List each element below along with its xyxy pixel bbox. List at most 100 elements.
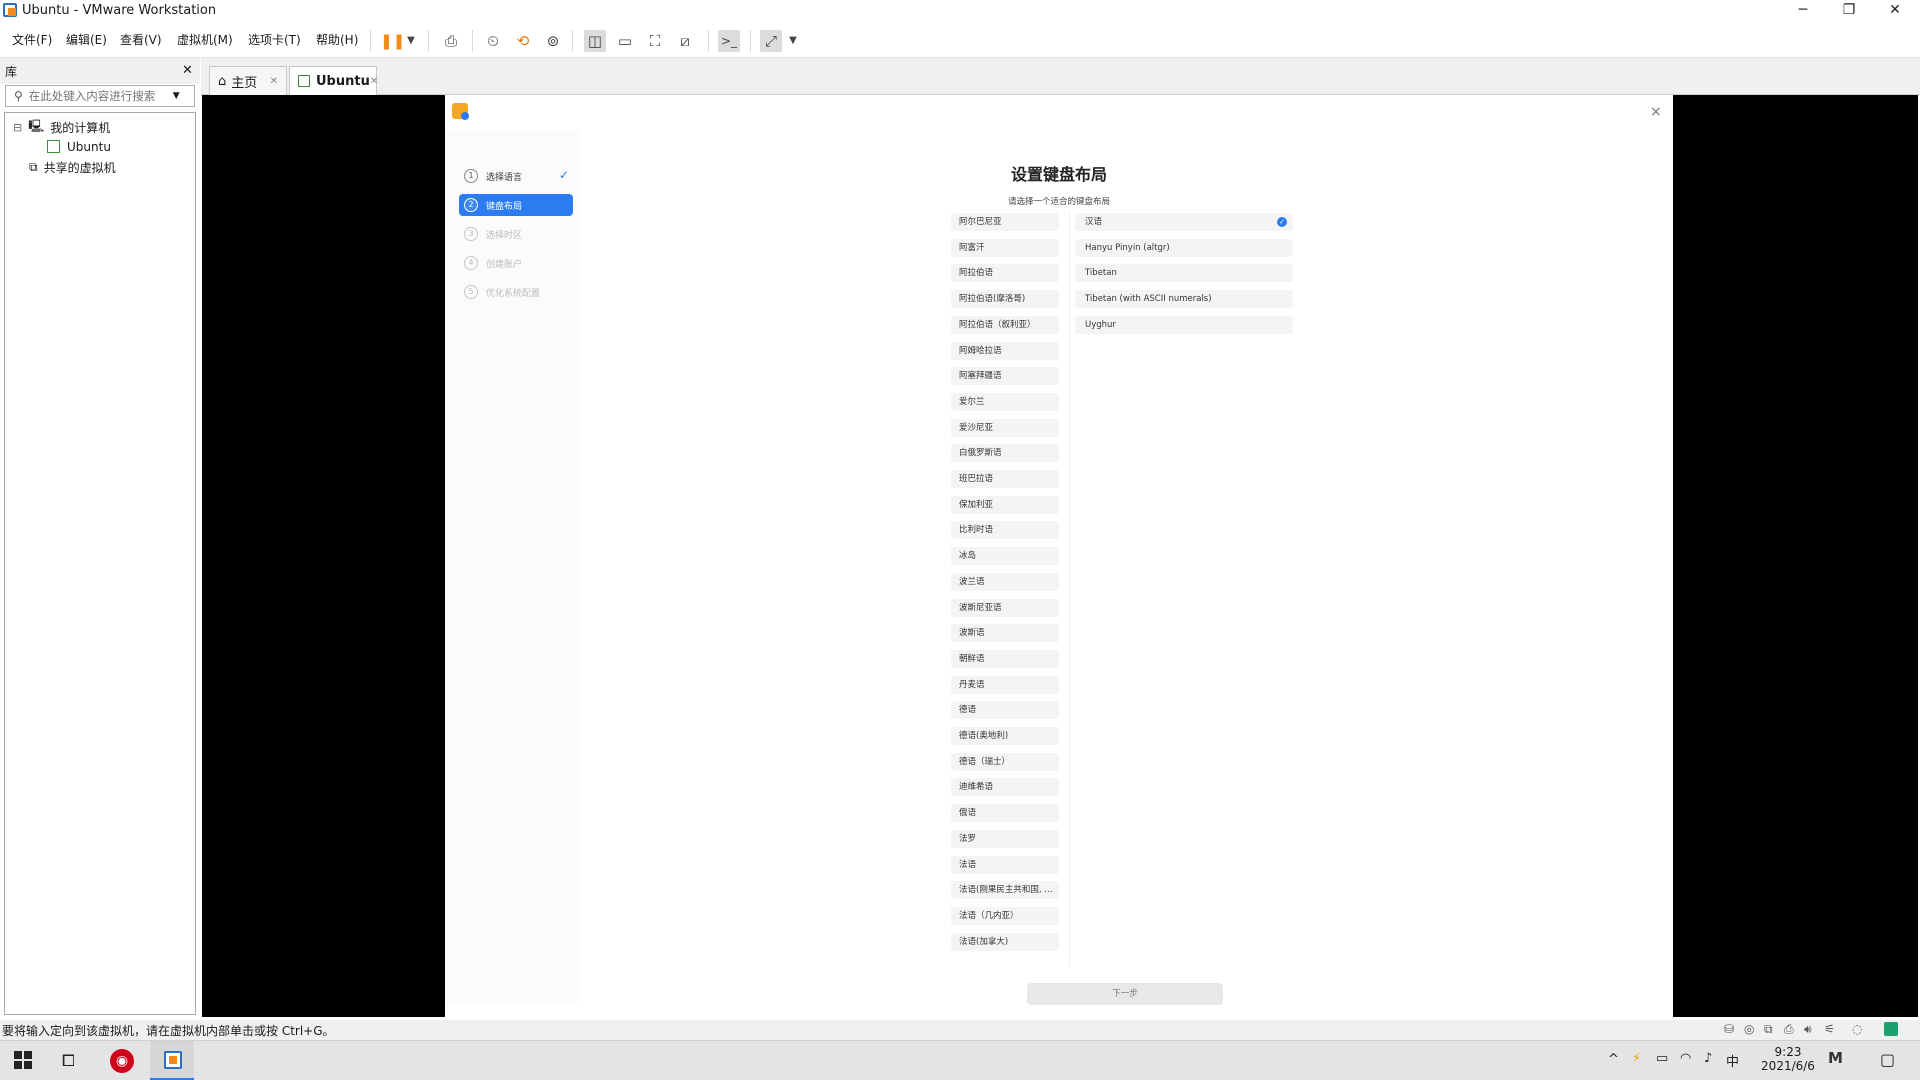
toolbar-separator xyxy=(472,30,473,52)
library-title: 库 xyxy=(5,64,18,79)
sound-icon[interactable]: 🔊︎ xyxy=(1804,1022,1812,1037)
language-item[interactable]: 阿拉伯语（叙利亚） xyxy=(951,315,1059,334)
layout-item[interactable]: Tibetan xyxy=(1075,264,1293,283)
tree-item-shared[interactable]: ⧉ 共享的虚拟机 xyxy=(29,157,116,177)
close-window-button[interactable]: ✕ xyxy=(1872,0,1918,22)
maximize-button[interactable]: ❐ xyxy=(1826,0,1872,22)
menu-edit[interactable]: 编辑(E) xyxy=(60,22,113,58)
tab-home[interactable]: ⌂ 主页 ✕ xyxy=(209,66,287,95)
snapshot-icon[interactable]: ⏲ xyxy=(482,30,504,52)
language-item[interactable]: 德语(奥地利) xyxy=(951,727,1059,745)
volume-icon[interactable]: ♪ xyxy=(1704,1051,1712,1066)
usb-icon[interactable]: ⚟ xyxy=(1824,1022,1835,1036)
pause-icon[interactable]: ❚❚ xyxy=(380,30,405,52)
status-message: 要将输入定向到该虚拟机，请在虚拟机内部单击或按 Ctrl+G。 xyxy=(2,1023,335,1038)
console-view-icon[interactable]: >_ xyxy=(718,30,740,52)
revert-snapshot-icon[interactable]: ⟲ xyxy=(512,30,534,52)
language-item[interactable]: 阿拉伯语 xyxy=(951,264,1059,283)
language-item[interactable]: 法语(刚果民主共和国, … xyxy=(951,881,1059,900)
tab-ubuntu[interactable]: Ubuntu ✕ xyxy=(289,66,378,95)
layout-item[interactable]: Uyghur xyxy=(1075,315,1293,334)
installer-window[interactable]: × 1 选择语言 ✓ 2 键盘布局 3 选择时区 4 创建账户 5 优化系统配置… xyxy=(445,95,1673,1017)
language-item[interactable]: 法语 xyxy=(951,855,1059,874)
language-item[interactable]: 冰岛 xyxy=(951,547,1059,566)
vmware-taskbar-button[interactable] xyxy=(150,1041,194,1080)
language-item[interactable]: 波兰语 xyxy=(951,572,1059,591)
language-item[interactable]: 法语（几内亚） xyxy=(951,906,1059,925)
wifi-icon[interactable]: ◠ xyxy=(1680,1051,1691,1066)
stretch-guest-icon[interactable]: ⤢ xyxy=(760,30,782,52)
snapshot-manager-icon[interactable]: ⊚ xyxy=(542,30,564,52)
language-item[interactable]: 爱尔兰 xyxy=(951,392,1059,411)
search-input[interactable] xyxy=(28,89,169,103)
language-item[interactable]: 白俄罗斯语 xyxy=(951,444,1059,463)
tray-overflow-icon[interactable]: ^ xyxy=(1608,1052,1619,1067)
task-view-icon[interactable]: ⧠ xyxy=(62,1051,75,1071)
language-item[interactable]: 波斯尼亚语 xyxy=(951,598,1059,617)
language-item[interactable]: 迪维希语 xyxy=(951,778,1059,797)
language-item[interactable]: 法语(加拿大) xyxy=(951,932,1059,951)
chevron-down-icon[interactable]: ▼ xyxy=(173,91,180,101)
hard-disk-icon[interactable]: ⛁ xyxy=(1724,1022,1734,1036)
tab-close-icon[interactable]: ✕ xyxy=(270,76,278,87)
cd-rom-icon[interactable]: ◎ xyxy=(1744,1022,1754,1036)
netease-music-icon[interactable]: ◉ xyxy=(110,1049,134,1073)
chevron-down-icon[interactable]: ▼ xyxy=(400,30,422,52)
toolbar-separator xyxy=(750,30,751,52)
menu-tabs[interactable]: 选项卡(T) xyxy=(242,22,307,58)
language-list[interactable]: 阿尔巴尼亚阿富汗阿拉伯语阿拉伯语(摩洛哥) 阿拉伯语（叙利亚） 阿姆哈拉语阿塞拜疆语… xyxy=(949,213,1061,966)
language-item[interactable]: 阿富汗 xyxy=(951,238,1059,257)
language-item[interactable]: 阿尔巴尼亚 xyxy=(951,213,1059,231)
library-search[interactable]: ⚲ ▼ xyxy=(5,85,195,107)
language-item[interactable]: 阿拉伯语(摩洛哥) xyxy=(951,290,1059,309)
menu-vm[interactable]: 虚拟机(M) xyxy=(171,22,239,58)
thumbnail-bar-icon[interactable]: ▭ xyxy=(614,30,636,52)
battery-icon[interactable]: ▭ xyxy=(1656,1051,1668,1066)
menu-help[interactable]: 帮助(H) xyxy=(310,22,364,58)
menu-view[interactable]: 查看(V) xyxy=(114,22,168,58)
fullscreen-icon[interactable]: ⛶ xyxy=(644,30,666,52)
language-item[interactable]: 阿塞拜疆语 xyxy=(951,367,1059,386)
language-item[interactable]: 保加利亚 xyxy=(951,495,1059,514)
display-icon[interactable]: ◌ xyxy=(1852,1022,1862,1036)
tab-close-icon[interactable]: ✕ xyxy=(370,76,378,87)
toolbar-separator xyxy=(572,30,573,52)
language-item[interactable]: 朝鲜语 xyxy=(951,649,1059,668)
language-item[interactable]: 波斯语 xyxy=(951,624,1059,643)
tree-item-my-computer[interactable]: ⊟ 🖳 我的计算机 xyxy=(13,117,110,137)
language-item[interactable]: 法罗 xyxy=(951,829,1059,848)
layout-item[interactable]: Tibetan (with ASCII numerals) xyxy=(1075,290,1293,309)
next-button[interactable]: 下一步 xyxy=(1027,983,1223,1005)
tree-item-ubuntu[interactable]: Ubuntu xyxy=(47,137,111,157)
language-item[interactable]: 班巴拉语 xyxy=(951,470,1059,488)
menu-file[interactable]: 文件(F) xyxy=(6,22,58,58)
library-close-button[interactable]: ✕ xyxy=(182,63,193,78)
action-center-icon[interactable]: ▢ xyxy=(1880,1050,1895,1069)
collapse-icon[interactable]: ⊟ xyxy=(13,121,22,134)
input-method-indicator[interactable]: 中 xyxy=(1726,1051,1739,1070)
ime-logo-icon[interactable]: M xyxy=(1828,1049,1843,1067)
language-item[interactable]: 德语（瑞士） xyxy=(951,752,1059,771)
printer-icon[interactable]: ⎙ xyxy=(1784,1022,1794,1037)
library-view-icon[interactable]: ◫ xyxy=(584,30,606,52)
layout-item[interactable]: Hanyu Pinyin (altgr) xyxy=(1075,238,1293,257)
installer-close-button[interactable]: × xyxy=(1650,104,1662,120)
clock[interactable]: 9:23 2021/6/6 xyxy=(1758,1045,1818,1073)
tree-label: 共享的虚拟机 xyxy=(43,160,116,175)
send-ctrl-alt-del-icon[interactable]: ⎙ xyxy=(440,30,462,52)
language-item[interactable]: 比利时语 xyxy=(951,521,1059,540)
language-item[interactable]: 俄语 xyxy=(951,804,1059,823)
notification-app-icon[interactable]: ⚡ xyxy=(1632,1051,1641,1066)
chevron-down-icon[interactable]: ▼ xyxy=(782,30,804,52)
message-log-icon[interactable] xyxy=(1884,1022,1898,1036)
minimize-button[interactable]: ─ xyxy=(1780,0,1826,22)
network-adapter-icon[interactable]: ⧉ xyxy=(1764,1022,1773,1037)
language-item[interactable]: 爱沙尼亚 xyxy=(951,418,1059,437)
language-item[interactable]: 阿姆哈拉语 xyxy=(951,341,1059,360)
language-item[interactable]: 德语 xyxy=(951,701,1059,720)
windows-start-icon[interactable] xyxy=(14,1051,32,1069)
tree-label: 我的计算机 xyxy=(50,120,111,135)
language-item[interactable]: 丹麦语 xyxy=(951,675,1059,694)
layout-item-selected[interactable]: 汉语 ✓ xyxy=(1075,213,1293,231)
unity-icon[interactable]: ⧄ xyxy=(674,30,696,52)
